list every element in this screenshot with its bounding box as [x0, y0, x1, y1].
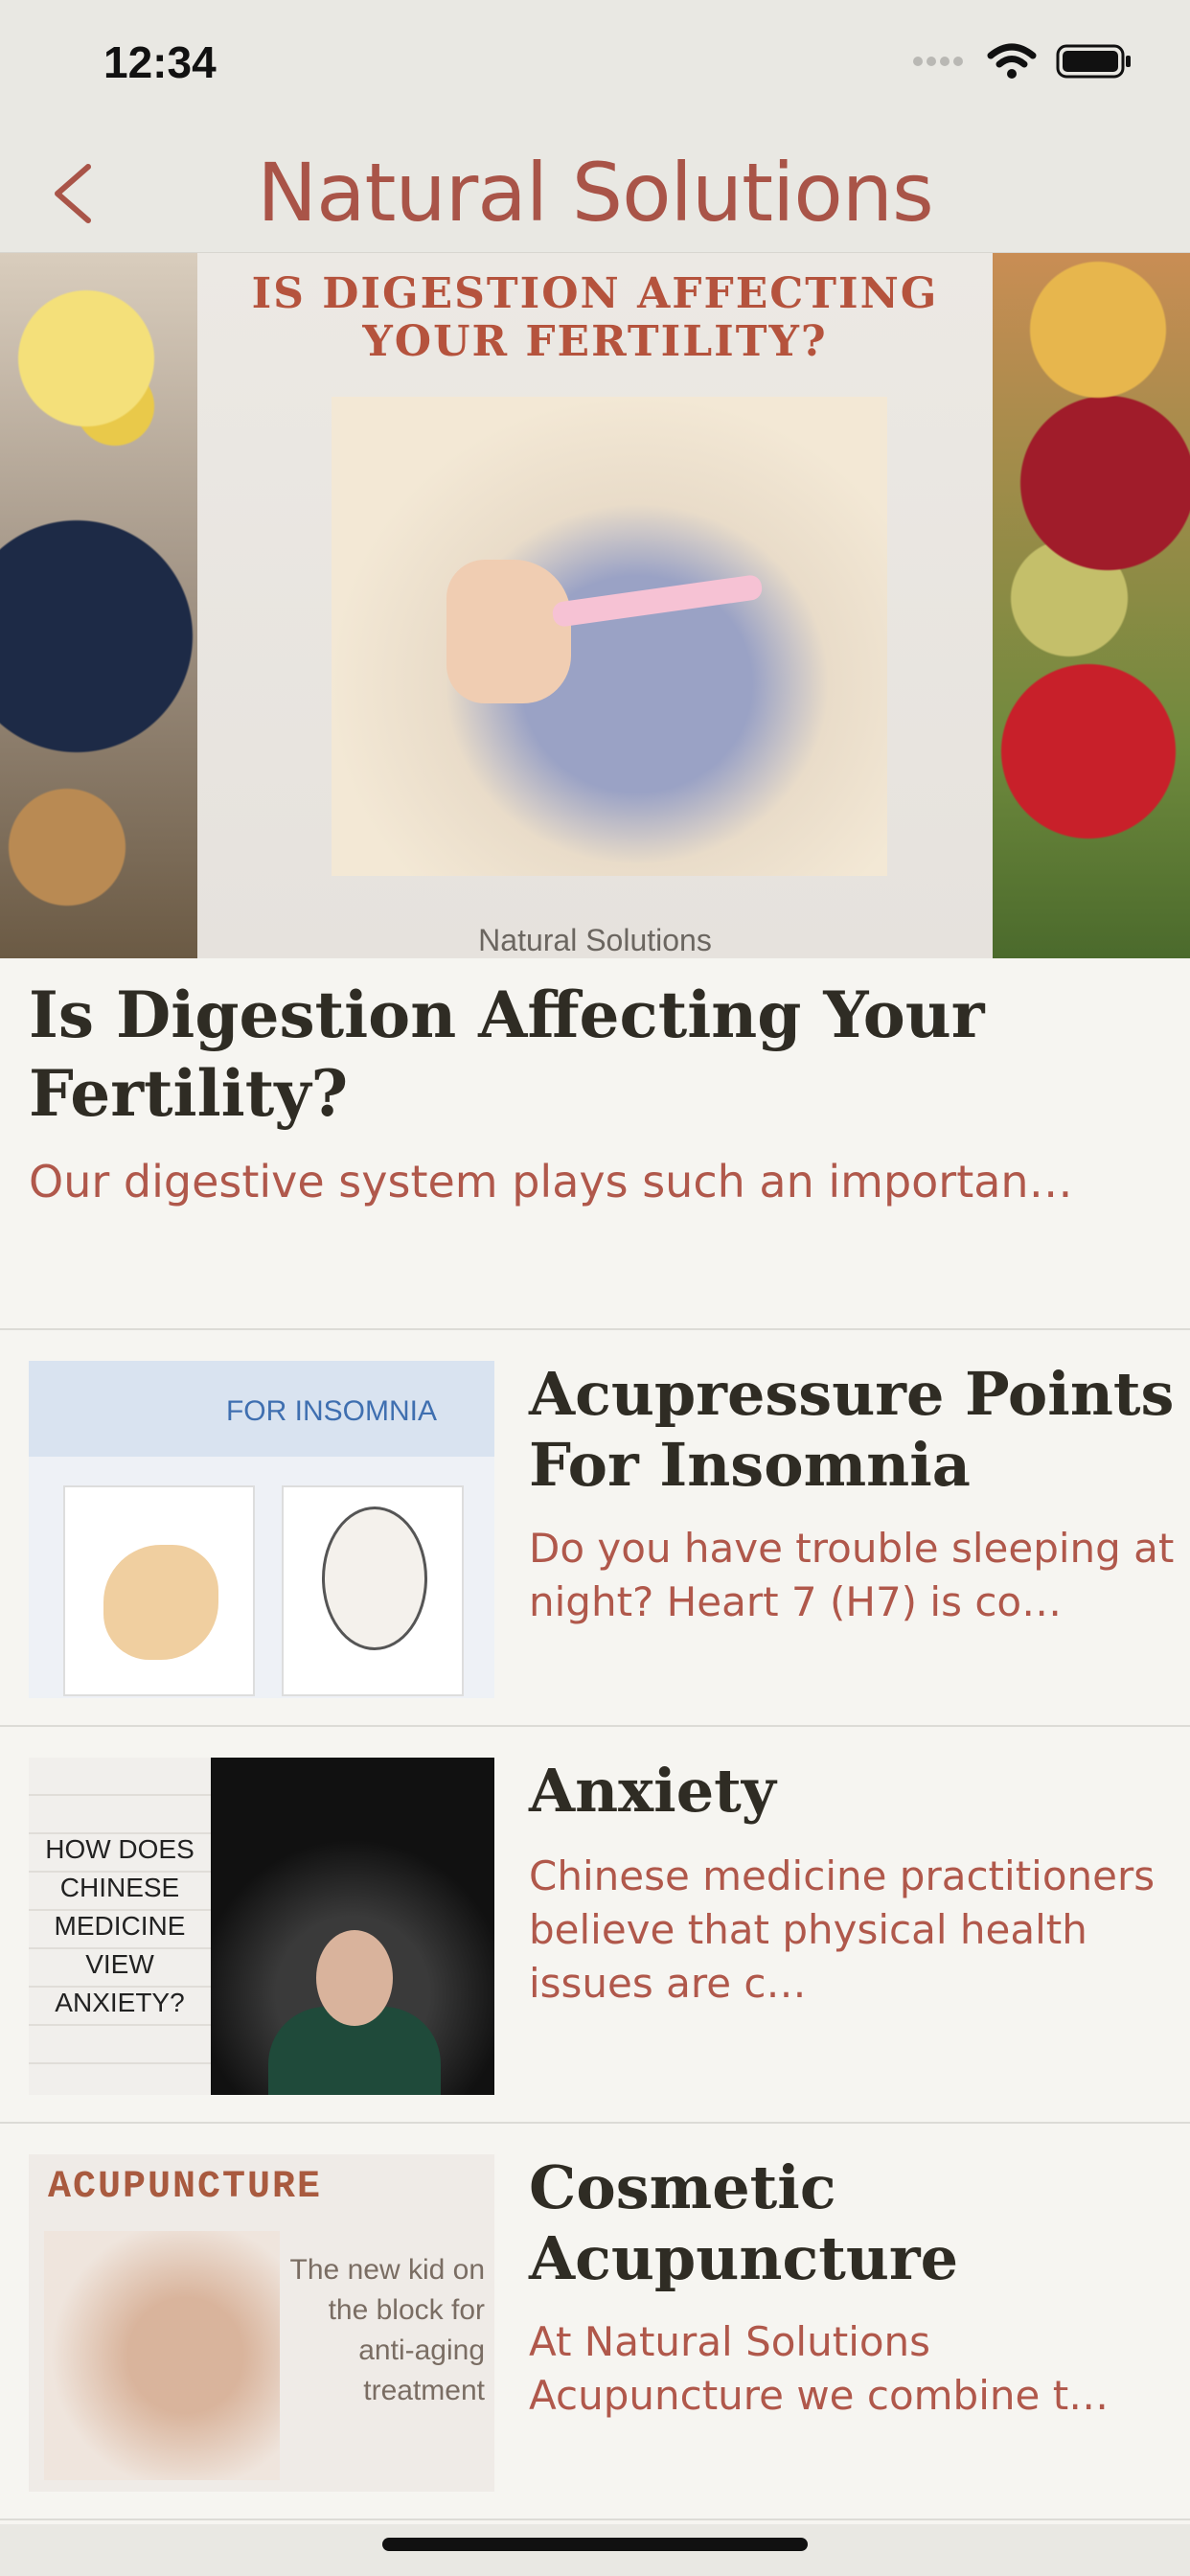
cosmetic-photo — [44, 2231, 280, 2480]
hero-image[interactable]: IS DIGESTION AFFECTING YOUR FERTILITY? N… — [0, 253, 1190, 958]
hero-poster: IS DIGESTION AFFECTING YOUR FERTILITY? N… — [197, 253, 993, 958]
featured-excerpt: Our digestive system plays such an impor… — [29, 1156, 1073, 1208]
article-thumbnail: HOW DOES CHINESE MEDICINE VIEW ANXIETY? — [29, 1758, 494, 2095]
hand-illustration — [63, 1485, 255, 1696]
anxiety-photo — [211, 1758, 494, 2095]
article-title: Acupressure Points For Insomnia — [529, 1359, 1175, 1500]
test-strip — [551, 573, 764, 629]
status-time: 12:34 — [103, 37, 217, 87]
list-item[interactable]: ACUPUNCTURE The new kid on the block for… — [0, 2124, 1190, 2520]
battery-icon — [1056, 44, 1131, 79]
hero-brand: Natural Solutions — [478, 923, 712, 957]
pregnancy-test-photo — [332, 397, 887, 876]
thumb-caption: HOW DOES CHINESE MEDICINE VIEW ANXIETY? — [29, 1758, 211, 2095]
featured-article[interactable]: Is Digestion Affecting Your Fertility? O… — [0, 958, 1190, 1330]
article-excerpt: Do you have trouble sleeping at night? H… — [529, 1525, 1175, 1625]
article-excerpt: Chinese medicine practitioners believe t… — [529, 1852, 1156, 2007]
list-item[interactable]: HOW DOES CHINESE MEDICINE VIEW ANXIETY? … — [0, 1727, 1190, 2124]
thumb-header: FOR INSOMNIA — [29, 1361, 494, 1457]
featured-title: Is Digestion Affecting Your Fertility? — [29, 978, 985, 1131]
face-shape — [322, 1506, 427, 1650]
thumb-caption: FOR INSOMNIA — [225, 1395, 437, 1427]
page-title: Natural Solutions — [257, 146, 934, 240]
hand-shape — [446, 560, 571, 703]
wifi-icon — [987, 43, 1037, 79]
status-icons — [910, 42, 1133, 80]
article-excerpt: At Natural Solutions Acupuncture we comb… — [529, 2318, 1110, 2419]
thumb-caption: The new kid on the block for anti-aging … — [289, 2254, 485, 2406]
hand-shape — [103, 1545, 218, 1660]
hero-headline: IS DIGESTION AFFECTING YOUR FERTILITY? — [251, 269, 939, 366]
fruit-image-left — [0, 253, 197, 958]
person-face — [316, 1930, 393, 2026]
fruit-image-right — [993, 253, 1190, 958]
face-illustration — [282, 1485, 464, 1696]
article-title: Anxiety — [529, 1756, 776, 1826]
article-thumbnail: FOR INSOMNIA — [29, 1361, 494, 1698]
home-indicator[interactable] — [382, 2538, 808, 2551]
nav-bar: Natural Solutions — [0, 126, 1190, 253]
signal-icon — [913, 57, 963, 66]
thumb-label: ACUPUNCTURE — [48, 2166, 323, 2209]
list-item[interactable]: FOR INSOMNIA Acupressure Points For Inso… — [0, 1330, 1190, 1727]
article-thumbnail: ACUPUNCTURE The new kid on the block for… — [29, 2154, 494, 2492]
article-title: Cosmetic Acupuncture — [529, 2152, 959, 2293]
status-bar: 12:34 — [0, 0, 1190, 126]
